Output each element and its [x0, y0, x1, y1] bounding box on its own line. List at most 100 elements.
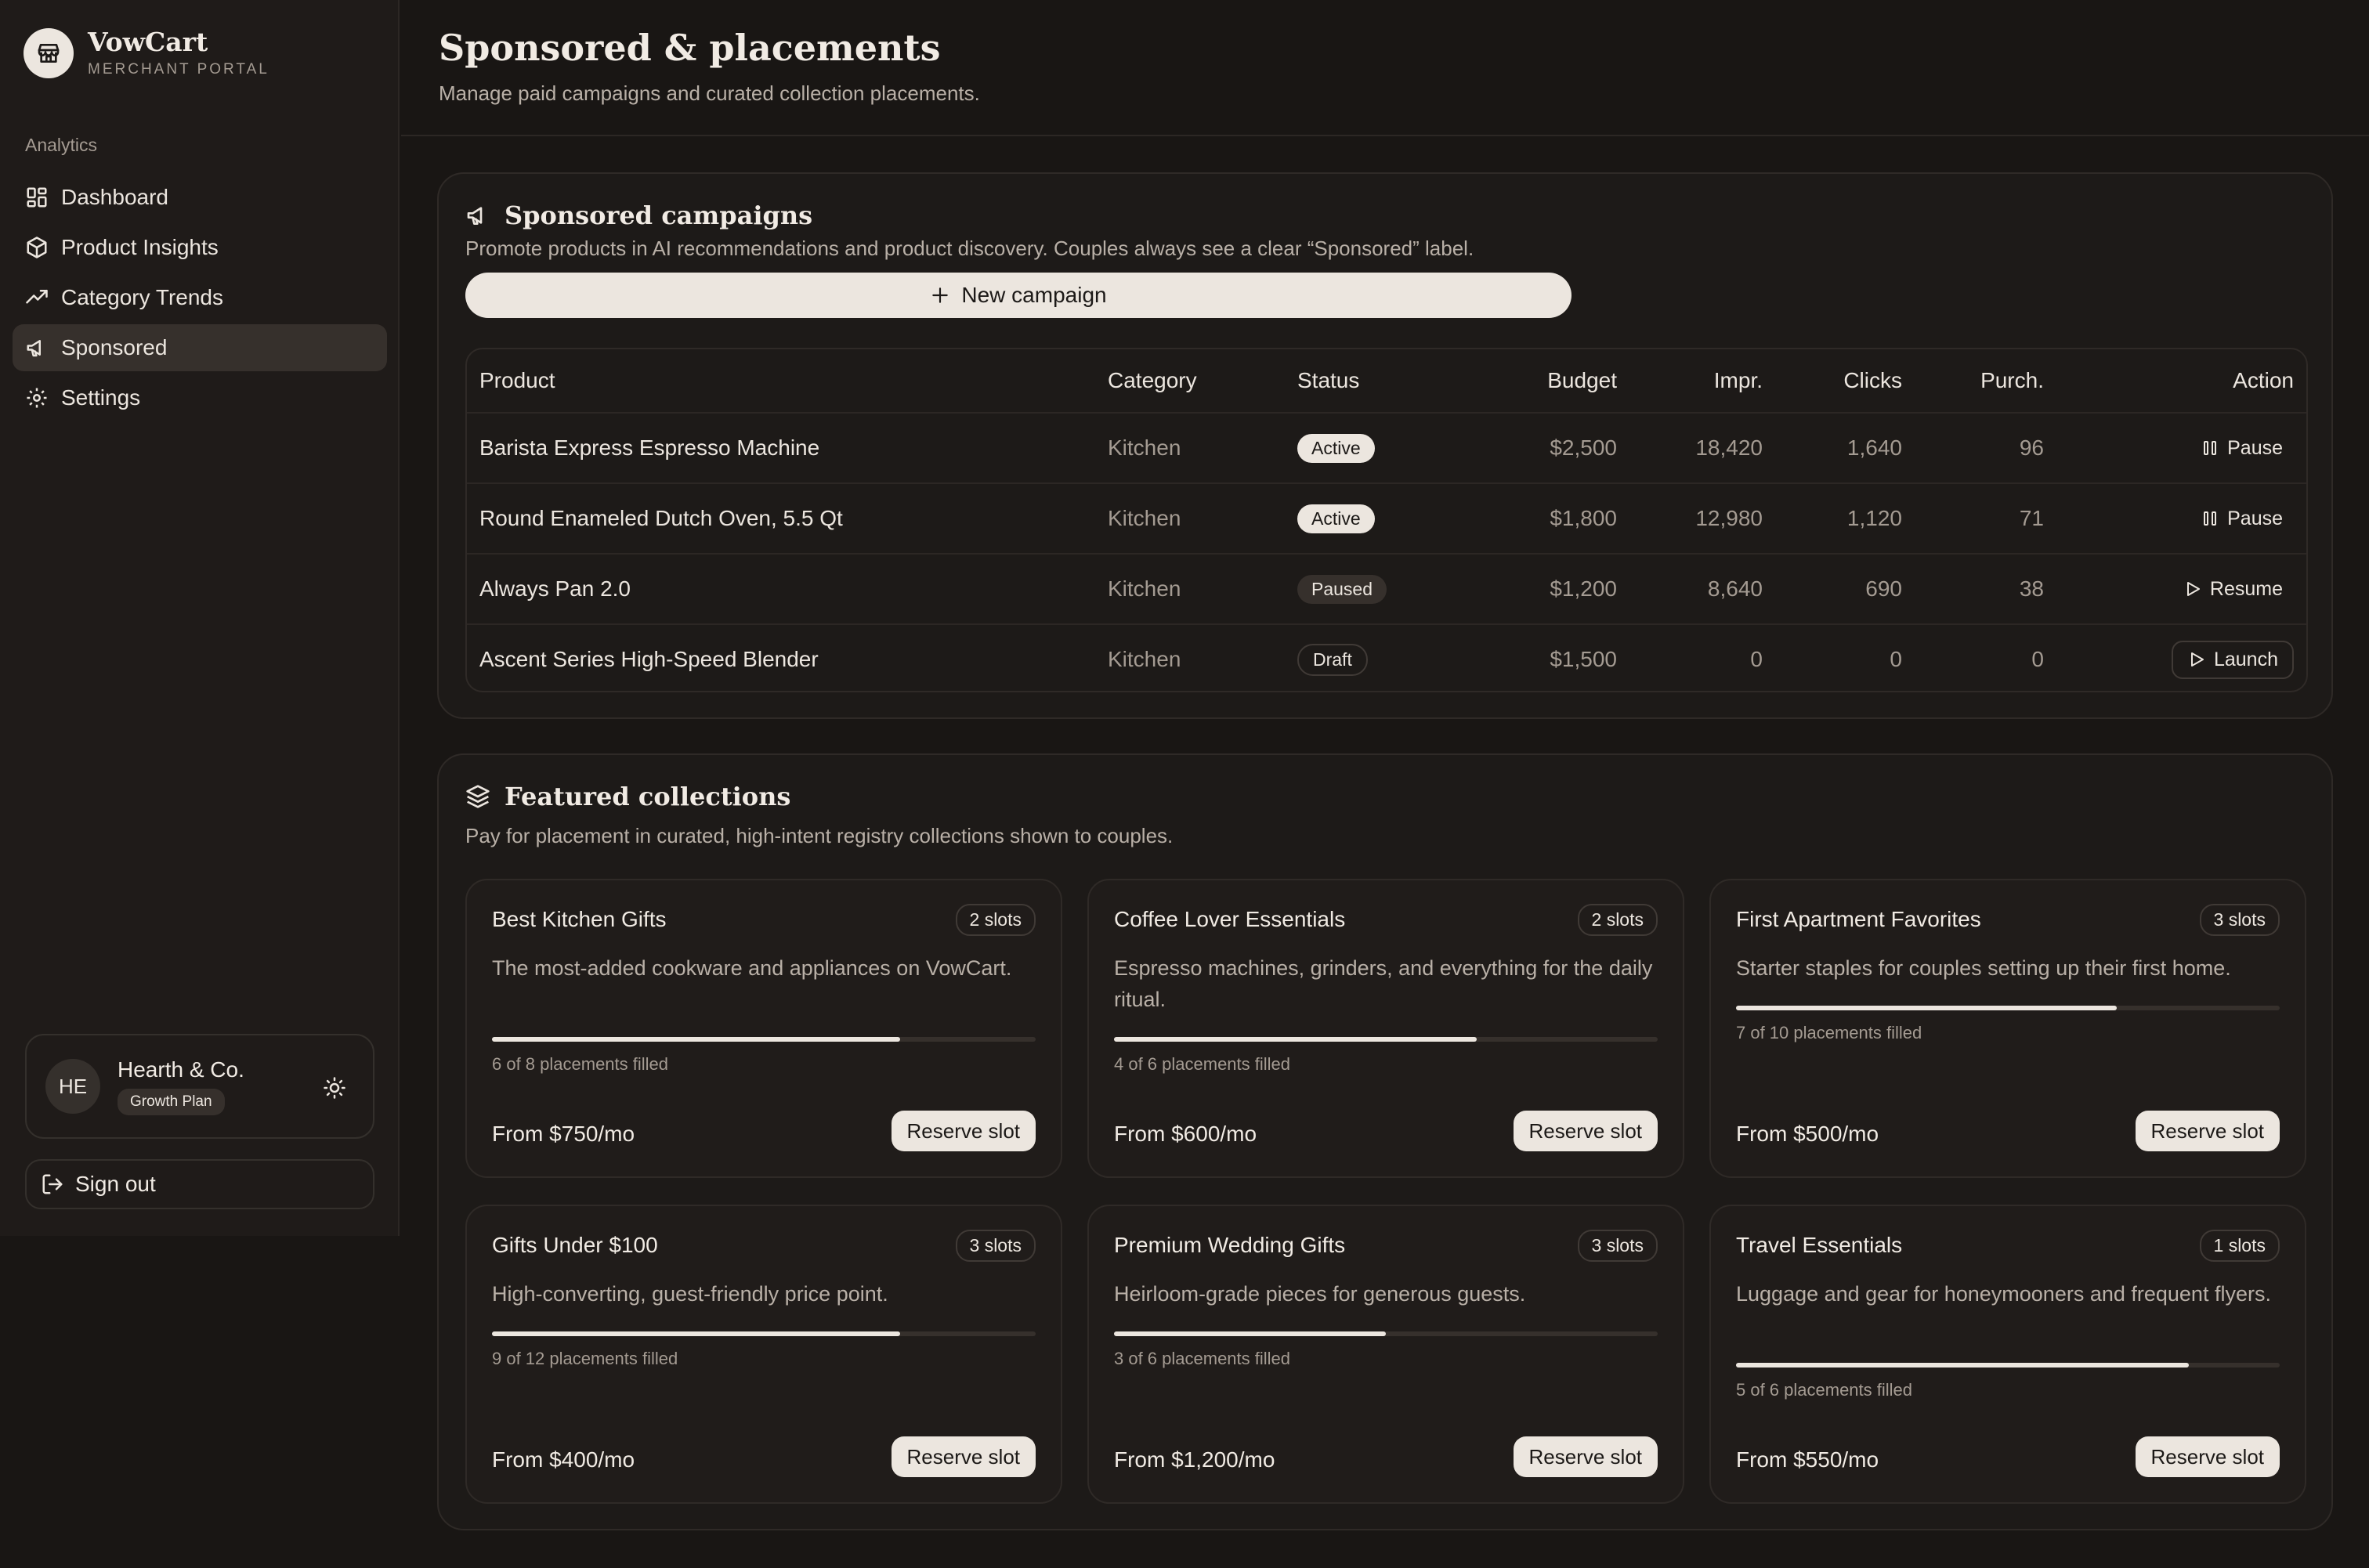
collection-card: First Apartment Favorites 3 slots Starte… [1709, 879, 2306, 1178]
sign-out-button[interactable]: Sign out [25, 1159, 374, 1209]
purchases: 0 [2031, 647, 2044, 671]
plus-icon [932, 287, 949, 303]
collection-description: Heirloom-grade pieces for generous guest… [1114, 1282, 1526, 1306]
purchases: 38 [2019, 576, 2044, 601]
progress-fill [492, 1331, 900, 1336]
progress-fill [492, 1037, 900, 1042]
impressions: 8,640 [1707, 576, 1763, 601]
collection-description: Luggage and gear for honeymooners and fr… [1736, 1282, 2271, 1306]
placements-filled: 5 of 6 placements filled [1736, 1380, 1913, 1400]
collection-card: Premium Wedding Gifts 3 slots Heirloom-g… [1087, 1205, 1684, 1504]
collections-title: Featured collections [505, 782, 791, 811]
price: From $550/mo [1736, 1447, 1879, 1472]
col-action: Action [2233, 368, 2294, 392]
table-header-row: Product Category Status Budget Impr. Cli… [467, 349, 2306, 414]
page-header: Sponsored & placements Manage paid campa… [401, 0, 2369, 136]
col-category: Category [1108, 368, 1197, 392]
purchases: 96 [2019, 435, 2044, 460]
collection-title: Gifts Under $100 [492, 1233, 658, 1257]
placements-filled: 4 of 6 placements filled [1114, 1054, 1291, 1074]
reserve-slot-button[interactable]: Reserve slot [2135, 1436, 2280, 1477]
play-icon [2186, 582, 2200, 596]
category: Kitchen [1108, 506, 1181, 530]
collection-description: Starter staples for couples setting up t… [1736, 956, 2231, 980]
new-campaign-button[interactable]: New campaign [465, 273, 1571, 318]
sidebar-item-product-insights[interactable]: Product Insights [13, 224, 387, 271]
price: From $500/mo [1736, 1122, 1879, 1146]
reserve-slot-button[interactable]: Reserve slot [2135, 1111, 2280, 1151]
panel-title: Sponsored campaigns [465, 201, 812, 230]
pause-icon [2204, 441, 2217, 455]
collection-description: The most-added cookware and appliances o… [492, 956, 1012, 980]
sidebar-item-label: Product Insights [61, 235, 219, 259]
sidebar-item-label: Category Trends [61, 285, 223, 309]
category: Kitchen [1108, 647, 1181, 671]
status-badge: Draft [1297, 643, 1368, 676]
reserve-slot-button[interactable]: Reserve slot [891, 1436, 1036, 1477]
placement-progress-bar [1736, 1363, 2280, 1367]
collection-card: Travel Essentials 1 slots Luggage and ge… [1709, 1205, 2306, 1504]
progress-fill [1736, 1006, 2117, 1010]
placement-progress-bar [1736, 1006, 2280, 1010]
pause-button[interactable]: Pause [2201, 484, 2283, 553]
placement-progress-bar [492, 1037, 1036, 1042]
impressions: 18,420 [1695, 435, 1763, 460]
reserve-slot-button[interactable]: Reserve slot [1513, 1436, 1658, 1477]
purchases: 71 [2019, 506, 2044, 530]
megaphone-icon [27, 340, 41, 357]
reserve-slot-button[interactable]: Reserve slot [1513, 1111, 1658, 1151]
resume-button[interactable]: Resume [2183, 555, 2283, 623]
placement-progress-bar [492, 1331, 1036, 1336]
slots-badge: 3 slots [955, 1230, 1036, 1262]
sidebar-item-sponsored[interactable]: Sponsored [13, 324, 387, 371]
brand-name: VowCart [88, 27, 208, 57]
progress-fill [1114, 1037, 1477, 1042]
col-impr: Impr. [1713, 368, 1763, 392]
col-budget: Budget [1547, 368, 1617, 392]
status-badge: Active [1297, 433, 1375, 463]
slots-badge: 3 slots [2199, 904, 2280, 936]
table-row: Always Pan 2.0 Kitchen Paused $1,200 8,6… [467, 555, 2306, 625]
brand-subtitle: MERCHANT PORTAL [88, 61, 269, 78]
sidebar-item-settings[interactable]: Settings [13, 374, 387, 421]
brand: VowCart MERCHANT PORTAL [24, 27, 269, 79]
slots-badge: 2 slots [955, 904, 1036, 936]
megaphone-icon [467, 207, 483, 225]
reserve-slot-button[interactable]: Reserve slot [891, 1111, 1036, 1151]
collections-description: Pay for placement in curated, high-inten… [465, 824, 1174, 847]
campaigns-title: Sponsored campaigns [505, 201, 813, 230]
sponsored-campaigns-panel: Sponsored campaigns Promote products in … [437, 172, 2333, 719]
category: Kitchen [1108, 576, 1181, 601]
pause-button[interactable]: Pause [2201, 414, 2283, 482]
placements-filled: 9 of 12 placements filled [492, 1349, 678, 1368]
price: From $400/mo [492, 1447, 635, 1472]
clicks: 1,640 [1846, 435, 1902, 460]
launch-button[interactable]: Launch [2171, 640, 2294, 679]
avatar: HE [45, 1059, 100, 1114]
sun-icon[interactable] [323, 1076, 346, 1104]
plan-badge: Growth Plan [118, 1089, 225, 1115]
budget: $1,800 [1550, 506, 1617, 530]
placements-filled: 6 of 8 placements filled [492, 1054, 669, 1074]
price: From $1,200/mo [1114, 1447, 1275, 1472]
placements-filled: 3 of 6 placements filled [1114, 1349, 1291, 1368]
storefront-icon [24, 28, 74, 79]
collection-description: Espresso machines, grinders, and everyth… [1114, 956, 1653, 1011]
action-label: Pause [2227, 436, 2283, 459]
product-name: Round Enameled Dutch Oven, 5.5 Qt [479, 506, 843, 530]
sidebar-item-category-trends[interactable]: Category Trends [13, 274, 387, 321]
product-name: Ascent Series High-Speed Blender [479, 647, 819, 671]
slots-badge: 3 slots [1577, 1230, 1658, 1262]
slots-badge: 1 slots [2199, 1230, 2280, 1262]
budget: $1,200 [1550, 576, 1617, 601]
campaigns-table: Product Category Status Budget Impr. Cli… [465, 348, 2308, 692]
table-row: Ascent Series High-Speed Blender Kitchen… [467, 625, 2306, 691]
sidebar-item-dashboard[interactable]: Dashboard [13, 174, 387, 221]
sidebar-item-label: Sponsored [61, 335, 168, 359]
grid-icon [27, 187, 47, 208]
clicks: 0 [1890, 647, 1902, 671]
gear-icon [27, 388, 47, 408]
play-icon [2190, 652, 2204, 667]
price: From $750/mo [492, 1122, 635, 1146]
collection-card: Gifts Under $100 3 slots High-converting… [465, 1205, 1062, 1504]
